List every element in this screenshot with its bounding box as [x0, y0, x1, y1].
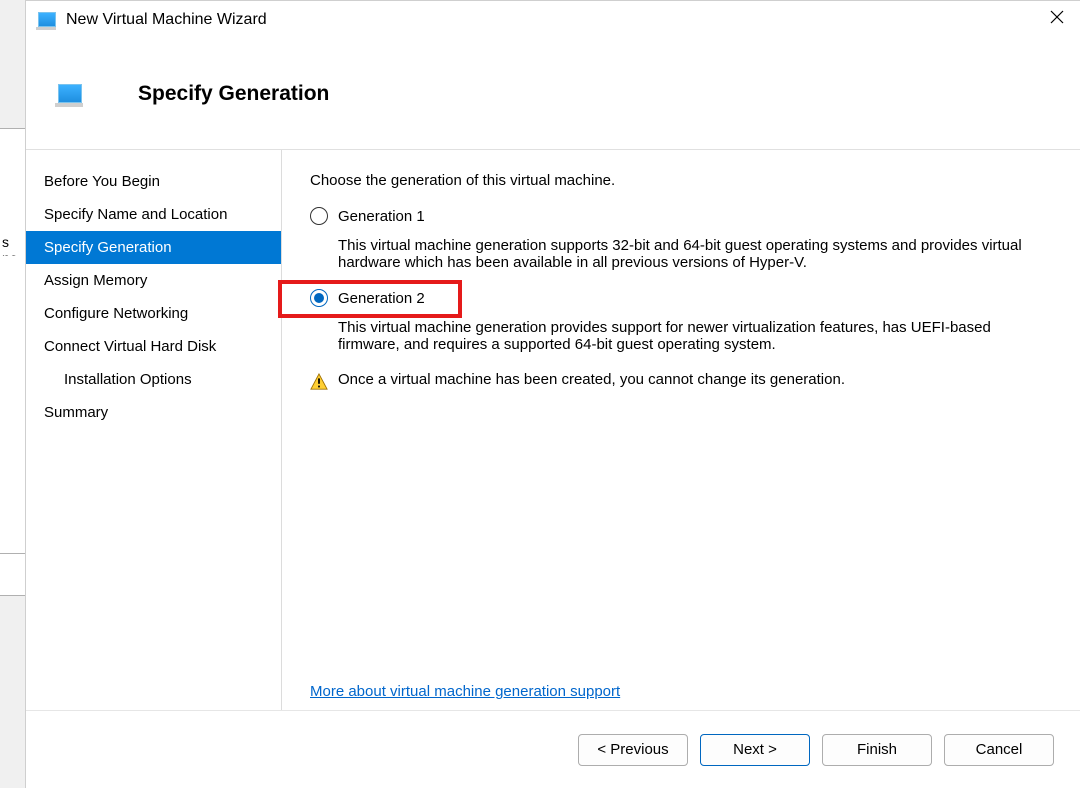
sidebar-step-label: Specify Name and Location	[44, 206, 227, 223]
warning-text: Once a virtual machine has been created,…	[338, 371, 845, 388]
sidebar-step[interactable]: Specify Generation	[26, 231, 281, 264]
help-link-row: More about virtual machine generation su…	[310, 683, 1054, 700]
sidebar-step[interactable]: Summary	[26, 396, 281, 429]
sidebar-step[interactable]: Connect Virtual Hard Disk	[26, 330, 281, 363]
radio-icon	[310, 207, 328, 225]
sidebar-step-label: Assign Memory	[44, 272, 147, 289]
background-panel	[0, 128, 25, 596]
wizard-steps-sidebar: Before You Begin Specify Name and Locatio…	[26, 150, 282, 710]
sidebar-step-label: Connect Virtual Hard Disk	[44, 338, 216, 355]
radio-label: Generation 1	[338, 208, 425, 225]
sidebar-step-label: Summary	[44, 404, 108, 421]
sidebar-step[interactable]: Configure Networking	[26, 297, 281, 330]
close-icon	[1050, 10, 1064, 24]
sidebar-step[interactable]: Specify Name and Location	[26, 198, 281, 231]
sidebar-step-label: Before You Begin	[44, 173, 160, 190]
warning-icon	[310, 373, 328, 391]
sidebar-step[interactable]: Before You Begin	[26, 165, 281, 198]
app-icon	[38, 12, 56, 27]
wizard-content: Choose the generation of this virtual ma…	[282, 150, 1080, 710]
radio-description: This virtual machine generation provides…	[338, 319, 1054, 353]
wizard-body: Before You Begin Specify Name and Locatio…	[26, 150, 1080, 710]
sidebar-step-label: Specify Generation	[44, 239, 172, 256]
sidebar-step[interactable]: Assign Memory	[26, 264, 281, 297]
cancel-button[interactable]: Cancel	[944, 734, 1054, 766]
window-title: New Virtual Machine Wizard	[66, 11, 267, 29]
background-text-fragment: s no	[0, 232, 25, 256]
next-button[interactable]: Next >	[700, 734, 810, 766]
titlebar: New Virtual Machine Wizard	[26, 1, 1080, 38]
sidebar-step[interactable]: Installation Options	[26, 363, 281, 396]
page-title: Specify Generation	[138, 82, 329, 106]
header-icon	[58, 84, 82, 103]
sidebar-step-label: Configure Networking	[44, 305, 188, 322]
instruction-text: Choose the generation of this virtual ma…	[310, 172, 1054, 189]
radio-icon	[310, 289, 328, 307]
generation-radio-option[interactable]: Generation 2	[310, 285, 1054, 311]
sidebar-step-label: Installation Options	[64, 371, 192, 388]
wizard-header: Specify Generation	[26, 38, 1080, 150]
radio-description: This virtual machine generation supports…	[338, 237, 1054, 271]
radio-label: Generation 2	[338, 290, 425, 307]
help-link[interactable]: More about virtual machine generation su…	[310, 683, 620, 700]
background-divider	[0, 553, 25, 554]
wizard-dialog: New Virtual Machine Wizard Specify Gener…	[25, 0, 1080, 788]
wizard-footer: < Previous Next > Finish Cancel	[26, 710, 1080, 788]
finish-button[interactable]: Finish	[822, 734, 932, 766]
warning-row: Once a virtual machine has been created,…	[310, 371, 1054, 391]
generation-radio-option[interactable]: Generation 1	[310, 203, 1054, 229]
close-button[interactable]	[1034, 1, 1080, 33]
previous-button[interactable]: < Previous	[578, 734, 688, 766]
